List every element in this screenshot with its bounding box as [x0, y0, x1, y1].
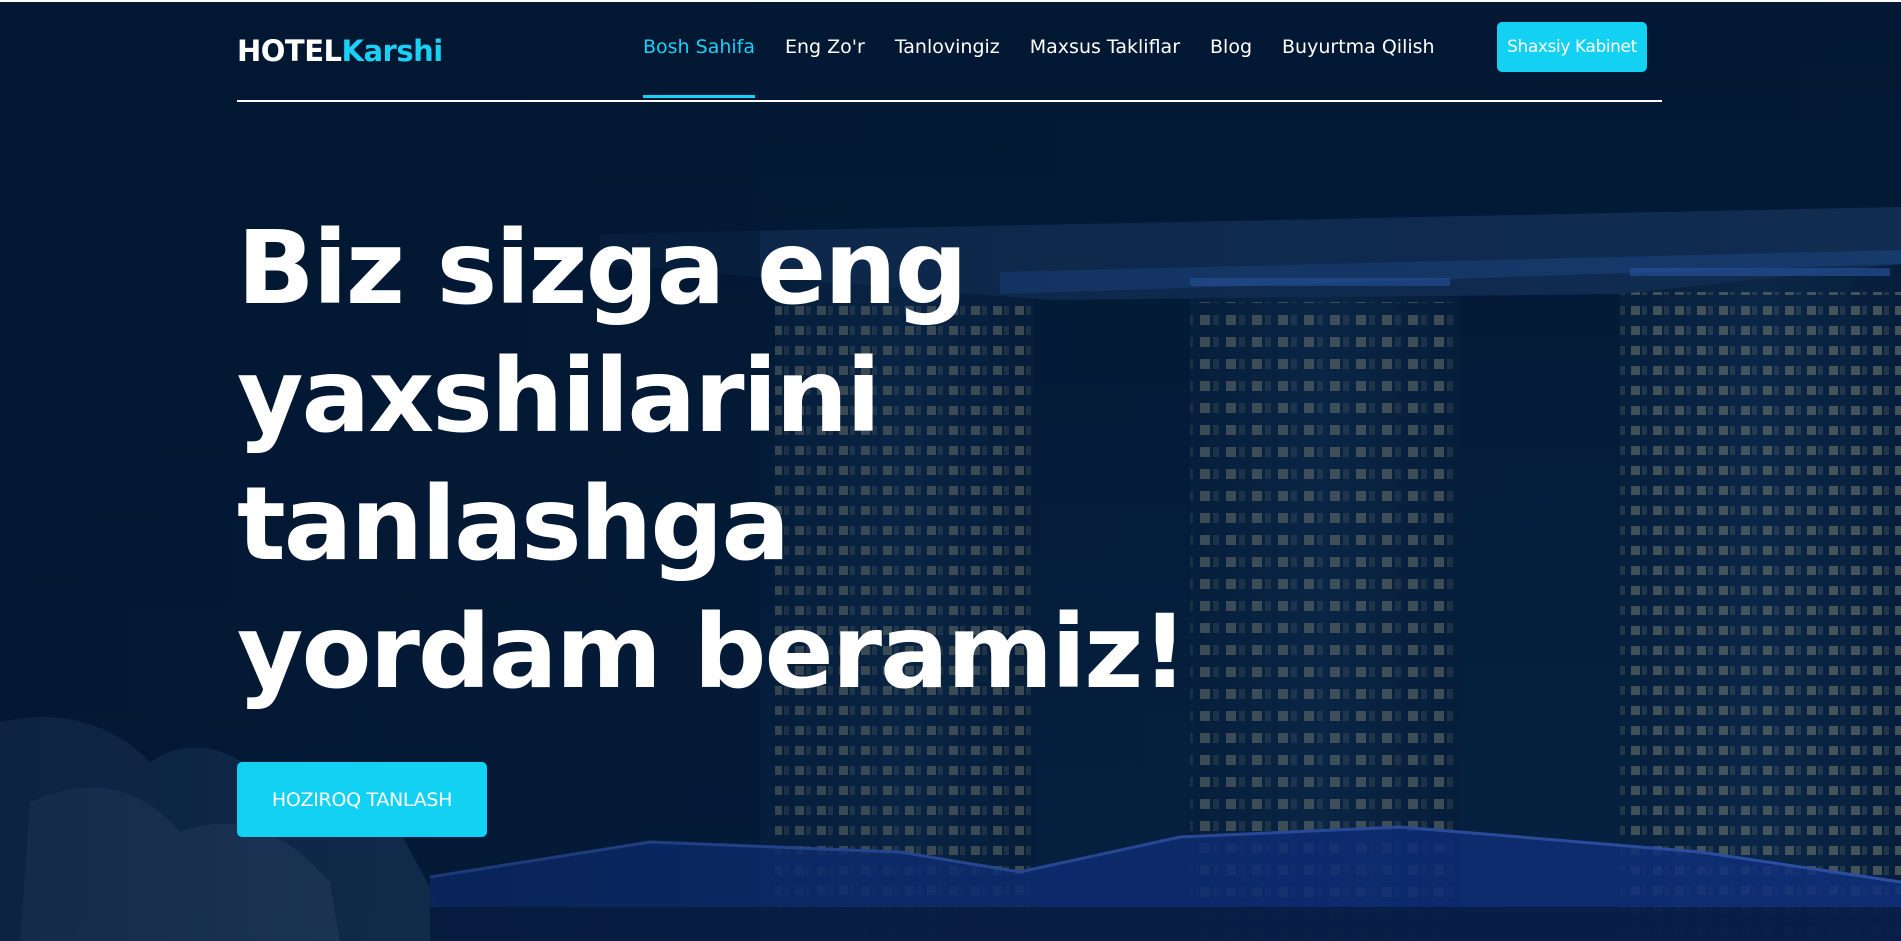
nav-item-eng-zor[interactable]: Eng Zo'r	[785, 36, 865, 58]
hero-title-line: yaxshilarini	[237, 337, 881, 456]
hero-title-line: yordam beramiz!	[237, 593, 1188, 712]
hero-title-line: tanlashga	[237, 465, 790, 584]
hero-title-line: Biz sizga eng	[237, 209, 968, 328]
nav-item-maxsus-takliflar[interactable]: Maxsus Takliflar	[1030, 36, 1180, 58]
nav-item-blog[interactable]: Blog	[1210, 36, 1252, 58]
main-nav: Bosh Sahifa Eng Zo'r Tanlovingiz Maxsus …	[643, 36, 1465, 98]
choose-now-button[interactable]: HOZIROQ TANLASH	[237, 762, 487, 837]
page: HOTELKarshi Bosh Sahifa Eng Zo'r Tanlovi…	[0, 0, 1901, 941]
hero-title: Biz sizga eng yaxshilarini tanlashga yor…	[237, 205, 1337, 717]
logo-accent-text: Karshi	[341, 34, 444, 68]
site-logo[interactable]: HOTELKarshi	[237, 34, 443, 68]
logo-main-text: HOTEL	[237, 34, 342, 68]
nav-item-tanlovingiz[interactable]: Tanlovingiz	[895, 36, 1000, 58]
personal-cabinet-button[interactable]: Shaxsiy Kabinet	[1497, 22, 1647, 72]
site-header: HOTELKarshi Bosh Sahifa Eng Zo'r Tanlovi…	[237, 2, 1662, 102]
nav-item-buyurtma-qilish[interactable]: Buyurtma Qilish	[1282, 36, 1435, 58]
nav-item-bosh-sahifa[interactable]: Bosh Sahifa	[643, 36, 755, 98]
